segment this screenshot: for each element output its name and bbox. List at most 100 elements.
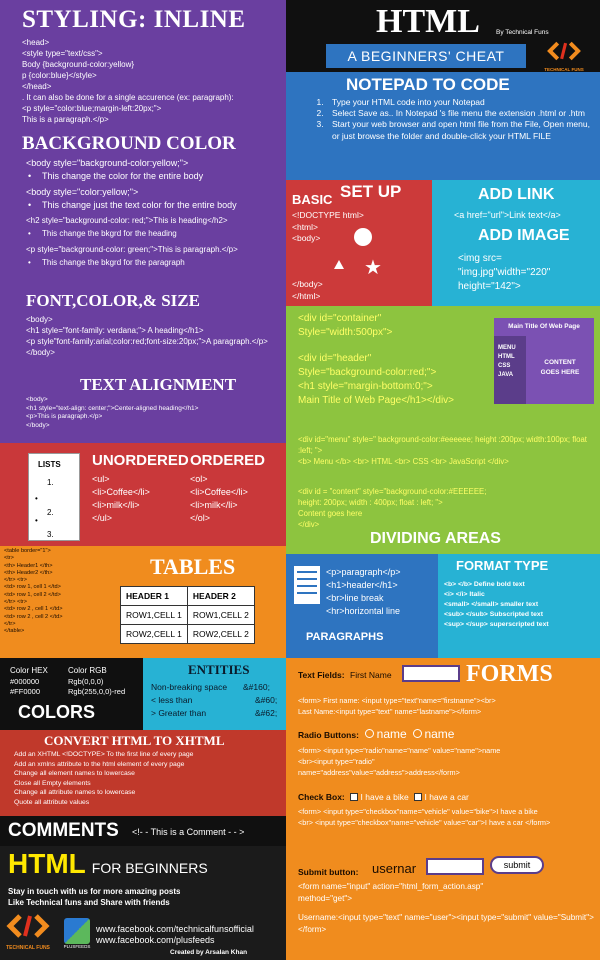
paragraph-icon [294,566,320,604]
link-code: <a href="url">Link text</a> [454,210,561,220]
dividing-code: <div id="header" Style="background-color… [298,353,455,406]
font-code: <body> <h1 style="font-family: verdana;"… [26,315,268,357]
forms-submit-code: <form name="input" action="html_form_act… [298,882,484,903]
tables-title: TABLES [150,554,236,579]
convert-title: CONVERT HTML TO XHTML [44,733,225,748]
setup-basic: BASIC [292,192,333,207]
layout-diagram: Main Title Of Web Page MENU HTML CSS JAV… [494,318,594,404]
username-text: usernar [372,861,417,876]
header-logo: TECHNICAL FUNS [534,40,594,72]
color-hex-label: Color HEX [10,666,48,675]
diagram-header: Main Title Of Web Page [494,318,594,336]
diagram-menu: MENU HTML CSS JAVA [494,336,526,404]
radio-row: Radio Buttons: name name [298,727,454,741]
plusfeeds-logo-icon [64,918,90,944]
radio-option: name [424,727,455,741]
colors-section: Color HEX #000000 #FF0000 Color RGB Rgb(… [0,658,143,730]
entity-code: &#62; [255,708,278,718]
bgcolor-line: <body style="color:yellow;"> [26,187,139,197]
bgcolor-code: <body style="background-color:yellow;"> … [26,157,284,269]
unordered-code: <ul> <li>Coffee</li> <li>milk</li> </ul> [92,474,150,523]
textfield-label: Text Fields: [298,670,345,680]
footer-credit: Created by Arsalan Khan [170,949,248,956]
logo-technical-funs: TECHNICAL FUNS [4,912,52,956]
setup-title: SET UP [340,182,402,201]
table-cell: ROW2,CELL 1 [120,624,188,644]
inline-code: <head> <style type="text/css"> Body {bac… [22,38,234,124]
checkbox-option: I have a car [424,792,469,802]
lists-box-label: LISTS [38,460,61,469]
header-by: By Technical Funs [496,29,549,36]
entity-code: &#160; [243,682,270,692]
entity-name: Non-breaking space [151,682,228,692]
forms-title: FORMS [466,661,553,687]
radio-option: name [376,727,407,741]
link-title: ADD LINK [478,186,555,203]
forms-checkbox-code: <form> <input type="checkbox"name="vehic… [298,807,551,827]
image-code: <img src= "img.jpg"width="220" height="1… [458,253,551,292]
sample-table: HEADER 1 HEADER 2 ROW1,CELL 1 ROW1,CELL … [120,586,255,644]
entity-name: < less than [151,695,193,705]
ordered-code: <ol> <li>Coffee</li> <li>milk</li> </ol> [190,474,248,523]
logo-technical-funs-text: TECHNICAL FUNS [6,945,50,951]
first-name-input[interactable] [402,665,460,682]
format-code: <b> </b> Define bold text <i> </i> Itali… [444,581,549,628]
ordered-title: ORDERED [190,452,266,469]
bgcolor-bullet: This change the bkgrd for the heading [26,228,284,241]
table-cell: ROW1,CELL 1 [120,605,188,625]
checkbox-label: Check Box: [298,792,345,802]
submit-button[interactable]: submit [490,856,544,874]
image-title: ADD IMAGE [478,227,570,244]
diagram-content: CONTENT GOES HERE [526,336,594,404]
checkbox[interactable] [350,793,359,801]
radio-button[interactable] [413,729,423,738]
inline-section: STYLING: INLINE <head> <style type="text… [0,0,286,443]
bgcolor-bullet: This change the color for the entire bod… [26,170,284,183]
bullet-dot: • [35,494,38,503]
format-title: FORMAT TYPE [456,558,549,573]
logo-plusfeeds-text: PLUSFEEDS [63,944,91,949]
color-rgb-values: Rgb(0,0,0) Rgb(255,0,0)-red [68,677,126,696]
entity-name: > Greater than [151,708,207,718]
comments-code: <!- - This is a Comment - - > [132,827,245,837]
entities-title: ENTITIES [188,662,250,677]
convert-lines: Add an XHTML <!DOCTYPE> To the first lin… [14,751,194,806]
table-header: HEADER 1 [120,586,188,606]
color-rgb-label: Color RGB [68,666,107,675]
technical-funs-logo-icon [547,41,581,61]
setup-code: <!DOCTYPE html> <html> <body> </body> </… [292,210,364,301]
align-title: TEXT ALIGNMENT [80,375,237,394]
radio-button[interactable] [365,729,375,738]
forms-submit-code-2: Username:<input type="text" name="user">… [298,913,594,934]
lists-box-item: 2. [47,508,54,517]
header-title: HTML [376,3,480,40]
logo-plusfeeds: PLUSFEEDS [62,918,92,954]
star-shape: ★ [364,258,382,278]
technical-funs-logo-icon [6,914,50,938]
lists-section: LISTS 1. 2. 3. • • UNORDERED <ul> <li>Co… [0,443,286,546]
footer-title: HTML FOR BEGINNERS [8,848,208,880]
footer-section: HTML FOR BEGINNERS Stay in touch with us … [0,846,286,960]
dividing-code: <div id="container" Style="width:500px"> [298,313,393,338]
align-code: <body> <h1 style="text-align: center;">C… [26,396,199,429]
bgcolor-bullet: This change the bkgrd for the paragraph [26,257,284,270]
triangle-shape [334,260,344,269]
footer-links[interactable]: www.facebook.com/technicalfunsofficial w… [96,924,254,946]
unordered-title: UNORDERED [92,452,189,469]
colors-title: COLORS [18,702,96,722]
lists-box-item: 1. [47,478,54,487]
bgcolor-title: BACKGROUND COLOR [22,133,236,154]
setup-section: BASIC SET UP <!DOCTYPE html> <html> <bod… [286,180,432,306]
paragraphs-section: <p>paragraph</p> <h1>header</h1> <br>lin… [286,554,438,658]
comments-section: COMMENTS <!- - This is a Comment - - > [0,816,286,846]
color-hex-values: #000000 #FF0000 [10,677,41,696]
notepad-step: Select Save as.. In Notepad 's file menu… [326,108,596,119]
checkbox[interactable] [414,793,423,801]
table-cell: ROW1,CELL 2 [186,605,255,625]
bullet-dot: • [35,516,38,525]
notepad-step: Type your HTML code into your Notepad [326,97,596,108]
dividing-code: <div id = "content" style="background-co… [298,487,487,529]
paragraphs-title: PARAGRAPHS [306,631,384,643]
entity-code: &#60; [255,695,278,705]
username-input[interactable] [426,858,484,875]
